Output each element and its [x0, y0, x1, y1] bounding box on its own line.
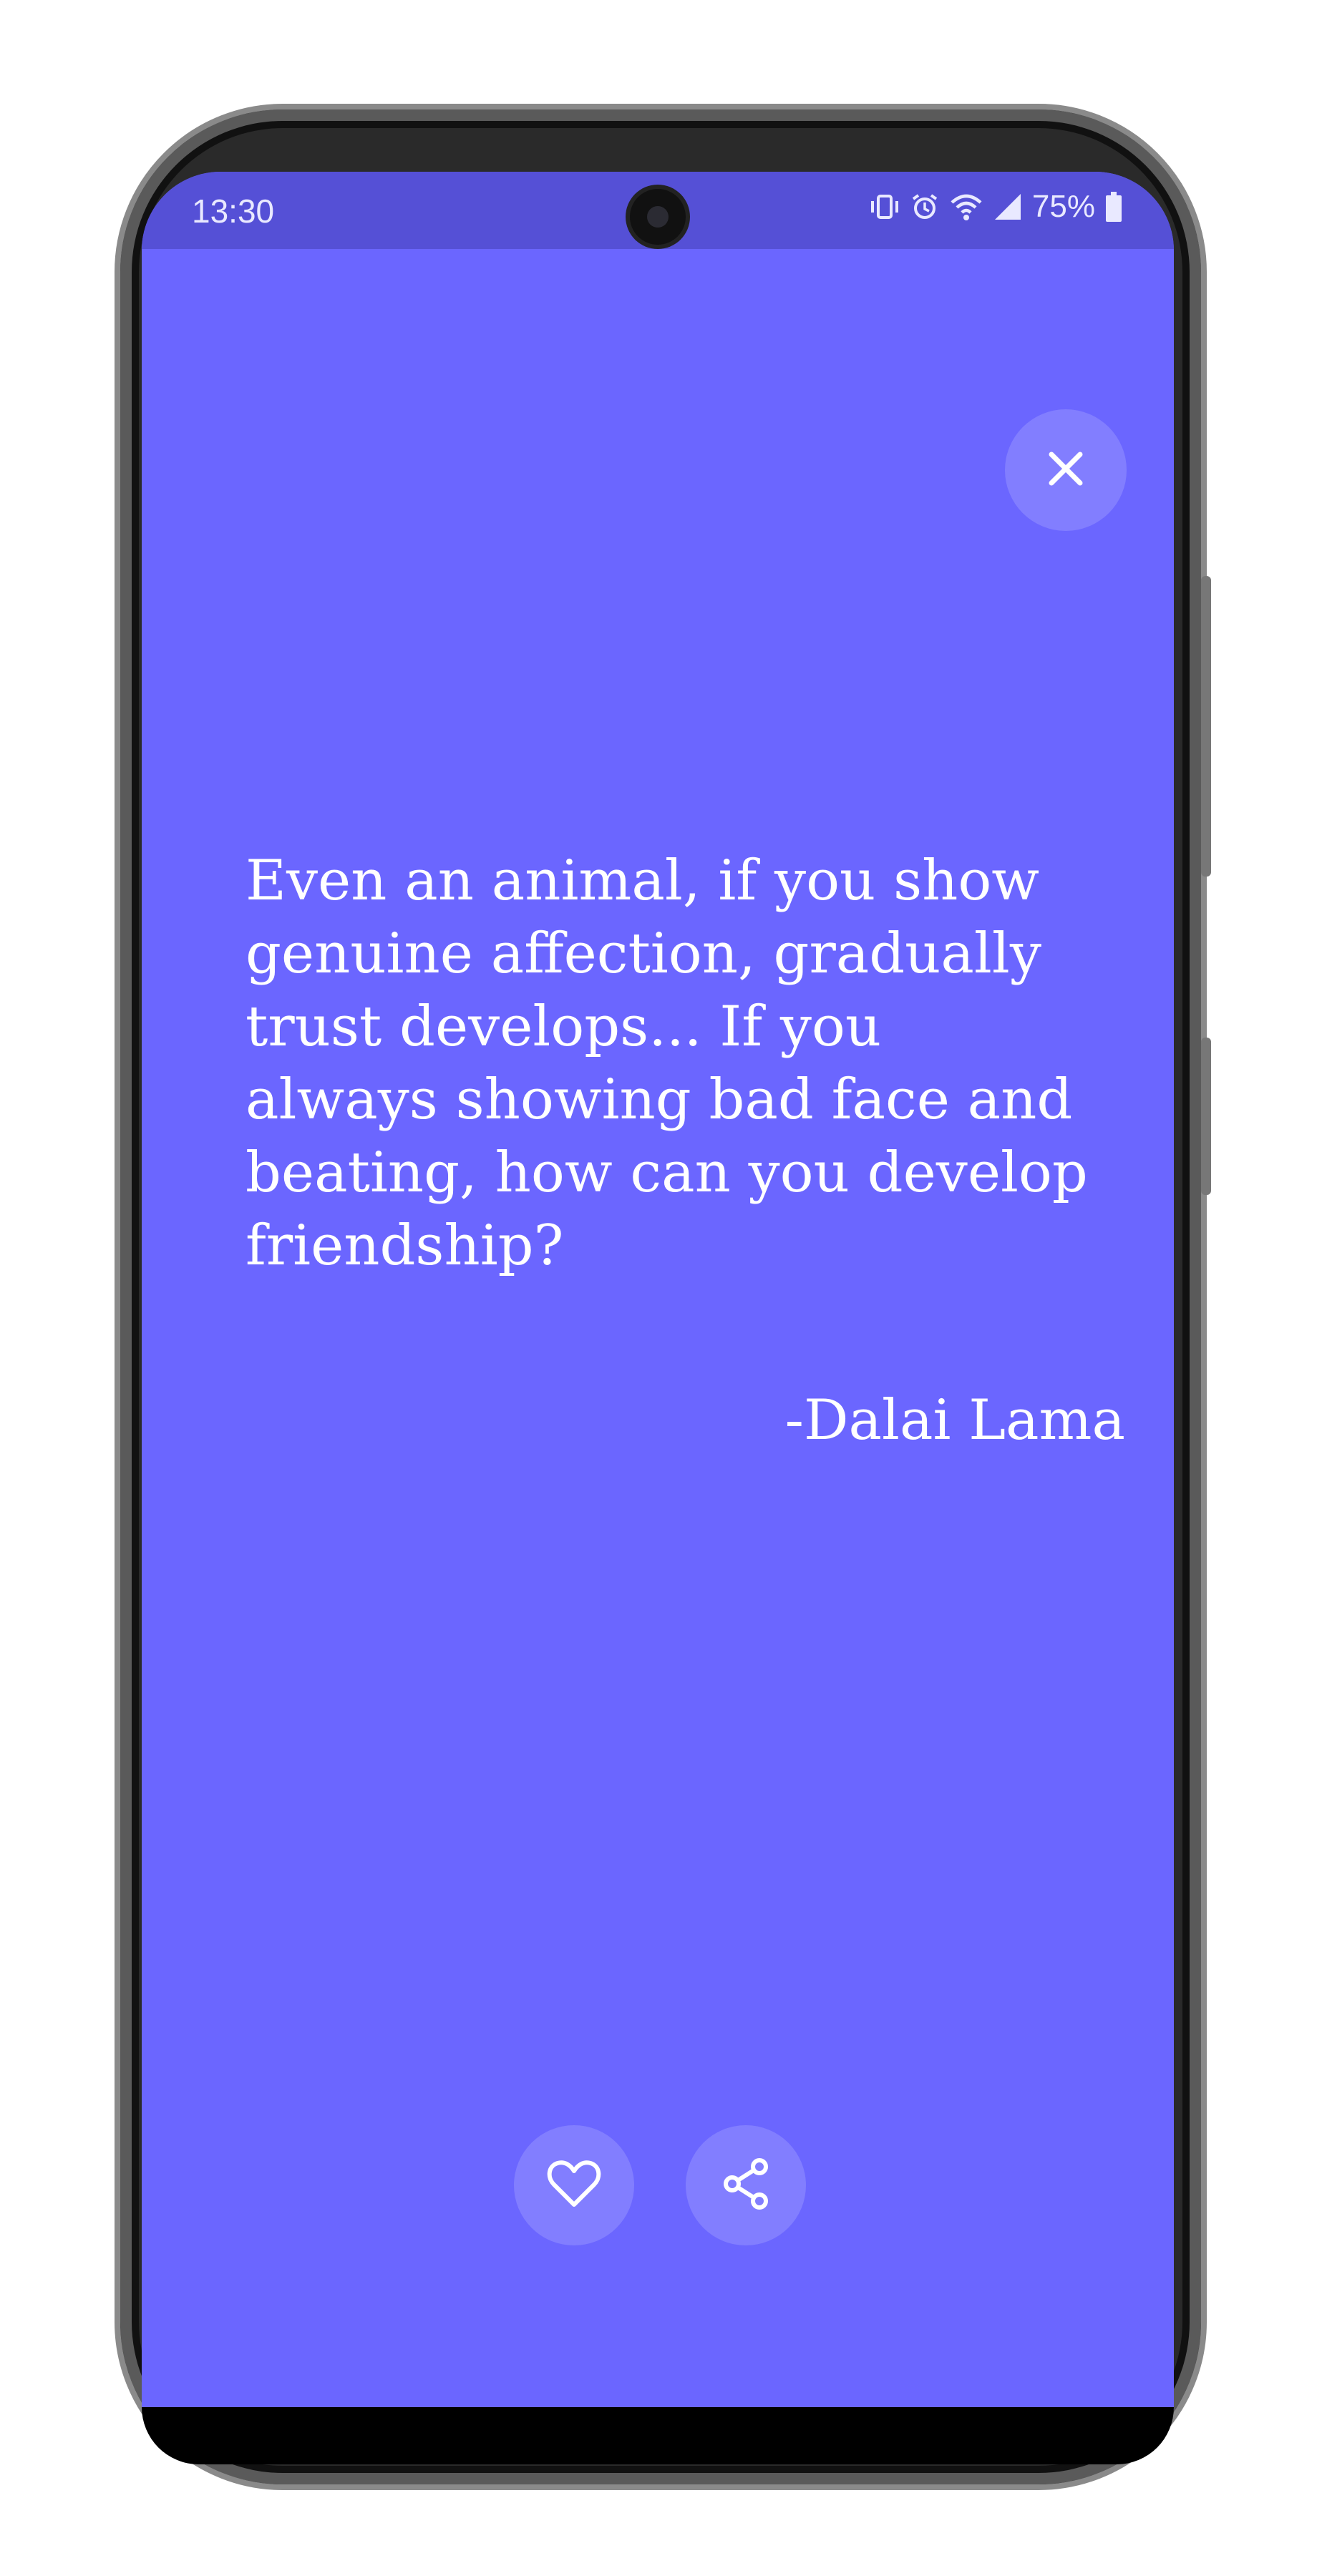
quote-author: -Dalai Lama: [784, 1388, 1125, 1453]
battery-icon: [1105, 192, 1122, 222]
share-icon: [721, 2157, 771, 2214]
heart-icon: [547, 2159, 601, 2212]
like-button[interactable]: [514, 2125, 634, 2245]
wifi-icon: [949, 192, 983, 221]
status-icons: 75%: [869, 189, 1122, 225]
battery-percent: 75%: [1031, 189, 1095, 224]
phone-side-button: [1201, 576, 1211, 877]
close-button[interactable]: [1005, 409, 1127, 531]
status-time: 13:30: [192, 192, 275, 230]
close-icon: [1046, 449, 1086, 492]
signal-icon: [993, 192, 1022, 221]
status-bar: 13:30 75%: [142, 172, 1174, 249]
share-button[interactable]: [686, 2125, 806, 2245]
front-camera: [630, 189, 686, 245]
alarm-icon: [910, 192, 939, 221]
app-screen: 13:30 75% Even an animal, if you show ge…: [142, 172, 1174, 2410]
vibrate-icon: [869, 192, 900, 221]
phone-side-button: [1201, 1038, 1211, 1195]
quote-text: Even an animal, if you show genuine affe…: [246, 849, 1088, 1278]
phone-bottom-bezel: [142, 2407, 1174, 2464]
